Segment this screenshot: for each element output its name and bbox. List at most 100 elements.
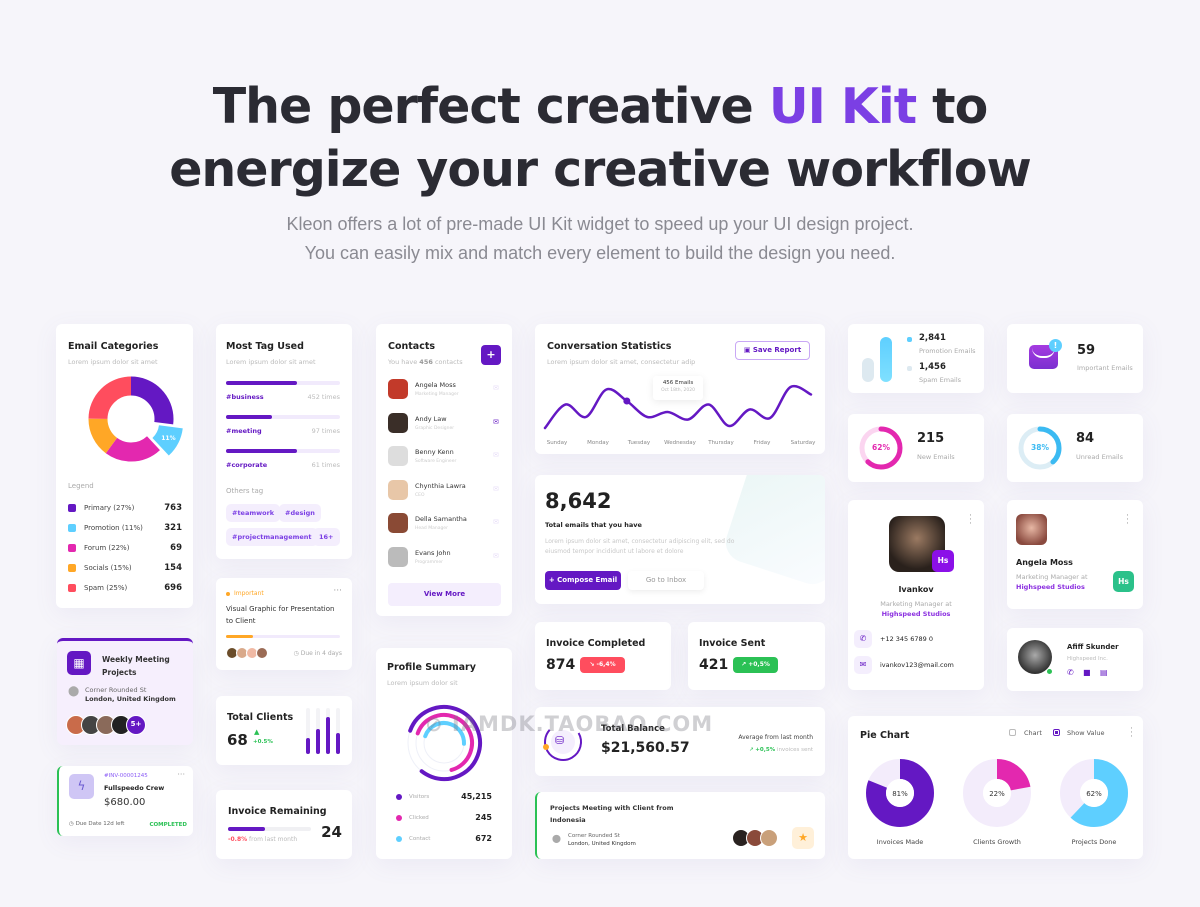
contact-name[interactable]: Andy Law [415,415,447,423]
tag-usage-bar [226,449,297,453]
legend-value: 154 [164,563,182,573]
go-to-inbox-button[interactable]: Go to Inbox [628,571,704,590]
legend-value: 696 [164,583,182,593]
change-value: -6,4% [596,661,616,668]
invoice-remaining-progress [228,827,266,831]
mail-icon[interactable]: ✉ [854,656,872,674]
tag-name[interactable]: #business [226,393,264,401]
legend-dot [396,815,402,821]
phone-icon[interactable]: ✆ [854,630,872,648]
profile-company[interactable]: Highspeed Studios [1016,583,1085,591]
tag-count: 97 times [311,427,340,435]
promotion-dot [907,337,912,342]
mail-icon[interactable]: ✉ [493,418,499,426]
weekly-meeting-card[interactable]: ▦ Weekly Meeting Projects ⬤ Corner Round… [57,638,193,745]
chart-checkbox-label: Chart [1024,729,1042,737]
more-vertical-icon[interactable]: · · · [1130,725,1133,742]
contact-avatar [388,513,408,533]
company-badge: Hs [1113,571,1134,592]
legend-label: Socials (15%) [84,564,132,572]
contact-card-afiff: Afiff Skunder Highspeed Inc. ✆ ■ ▤ [1007,628,1143,691]
more-vertical-icon[interactable]: · · · [969,512,972,529]
legend-label: Spam (25%) [84,584,128,592]
new-emails-label: New Emails [917,453,955,461]
due-label: Due Date 12d left [75,821,125,827]
contact-name[interactable]: Della Samantha [415,515,467,523]
legend-label: Visitors [409,794,430,800]
card-subtitle: Lorem ipsum dolor sit [387,679,458,687]
mail-icon[interactable]: ✉ [493,518,499,526]
hero-text: The perfect creative [212,78,769,135]
status-badge: COMPLETED [149,822,187,828]
mail-icon[interactable]: ✉ [493,451,499,459]
chart-checkbox[interactable] [1009,729,1016,736]
legend-label: Forum (22%) [84,544,130,552]
task-title: Visual Graphic for Presentation to Clien… [226,605,335,625]
decorative-shape [720,475,825,590]
email-address[interactable]: ivankov123@mail.com [880,661,954,669]
tag-chip[interactable]: #teamwork [226,504,281,522]
x-tick-label: Sunday [547,440,568,446]
legend-value: 672 [475,834,492,843]
invoice-id: #INV-00001245 [104,773,148,779]
profile-company[interactable]: Highspeed Studios [848,610,984,618]
more-members-badge[interactable]: 5+ [126,715,146,735]
change-text: from last month [247,836,298,843]
new-emails-value: 215 [917,431,945,446]
x-tick-label: Wednesday [664,440,697,446]
due-text: ◷ Due in 4 days [294,650,342,657]
card-title: Profile Summary [387,662,476,673]
tag-chip[interactable]: #design [279,504,321,522]
star-icon[interactable]: ★ [792,827,814,849]
save-report-button[interactable]: ▣ Save Report [735,341,810,360]
client-bar-track [326,708,330,754]
subtitle-text: You have [388,358,420,366]
contact-name[interactable]: Angela Moss [415,381,456,389]
tag-name[interactable]: #meeting [226,427,262,435]
tag-name[interactable]: #corporate [226,461,267,469]
client-bar-track [336,708,340,754]
contact-company: Highspeed Inc. [1067,656,1108,662]
pie-value: 22% [989,790,1005,798]
project-meeting-card[interactable]: Projects Meeting with Client from Indone… [535,792,825,859]
show-value-checkbox[interactable] [1053,729,1060,736]
mail-icon[interactable]: ✉ [493,384,499,392]
location-icon: ⬤ [68,686,80,697]
phone-number[interactable]: +12 345 6789 0 [880,635,933,643]
contact-name[interactable]: Chynthia Lawra [415,482,466,490]
legend-swatch [68,544,76,552]
card-title: Conversation Statistics [547,341,672,352]
invoice-name: Fullspeedo Crew [104,784,165,792]
total-emails-value: 8,642 [545,489,612,513]
pie-label: Clients Growth [973,838,1021,846]
more-icon[interactable]: ··· [177,770,185,779]
video-icon[interactable]: ■ [1083,668,1091,677]
contact-name[interactable]: Benny Kenn [415,448,454,456]
highlight-point[interactable] [623,397,631,405]
chat-icon[interactable]: ▤ [1100,668,1108,677]
x-tick-label: Friday [754,440,771,446]
card-title: Invoice Sent [699,638,766,649]
tag-chip[interactable]: #projectmanagement [226,528,318,546]
add-contact-button[interactable]: + [481,345,501,365]
online-status-dot [1047,669,1052,674]
mail-icon[interactable]: ✉ [493,485,499,493]
tag-usage-bar [226,381,297,385]
phone-icon[interactable]: ✆ [1067,668,1074,677]
invoice-card[interactable]: ϟ #INV-00001245 Fullspeedo Crew $680.00 … [57,766,193,836]
chart-tooltip: 456 Emails Oct 18th, 2020 [653,376,703,400]
save-icon: ▣ [743,346,753,354]
unread-emails-label: Unread Emails [1076,453,1124,461]
client-bar [316,728,320,754]
change-value: -0.8% [228,836,248,843]
more-vertical-icon[interactable]: · · · [1126,512,1129,529]
more-icon[interactable]: ··· [333,586,342,596]
conversation-statistics-card: Conversation Statistics Lorem ipsum dolo… [535,324,825,454]
client-bar [326,717,330,754]
contact-role: Programmer [415,559,443,565]
tag-chip-more[interactable]: 16+ [313,528,340,546]
mail-icon[interactable]: ✉ [493,552,499,560]
view-more-button[interactable]: View More [388,583,501,606]
compose-email-button[interactable]: + Compose Email [545,571,621,590]
contact-name[interactable]: Evans John [415,549,451,557]
